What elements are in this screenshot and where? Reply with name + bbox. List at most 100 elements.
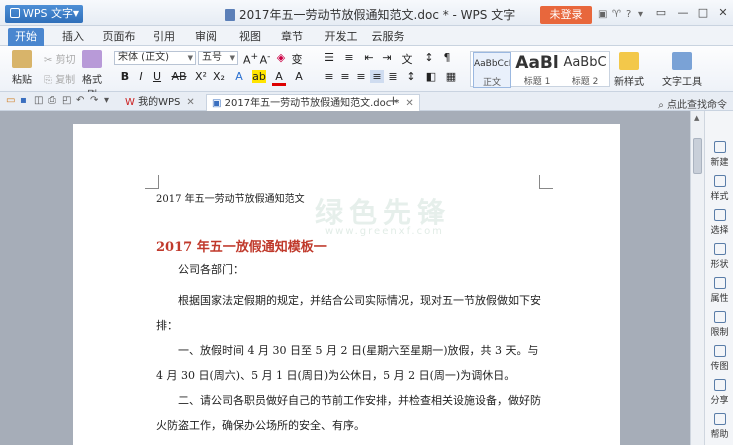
minimize-button[interactable]: — <box>672 5 694 21</box>
text-tools-button[interactable]: 文字工具 <box>660 52 704 88</box>
open-icon[interactable]: ▭ <box>6 95 15 106</box>
clear-format-icon[interactable]: ◈ <box>274 51 288 64</box>
copy-button[interactable]: ⎘ 复制 <box>44 71 75 86</box>
scroll-up-icon[interactable]: ▲ <box>694 114 699 122</box>
bold-button[interactable]: B <box>118 70 132 83</box>
sidebar-new[interactable]: 新建 <box>705 141 733 168</box>
new-doc-icon <box>713 141 726 153</box>
export-pdf-icon[interactable]: ◫ <box>34 95 43 106</box>
chevron-down-icon: ▼ <box>72 9 79 18</box>
sidebar-restrict[interactable]: 限制 <box>705 311 733 338</box>
ribbon-tab-bar: 开始 插入 页面布局 引用 审阅 视图 章节 开发工具 云服务 <box>0 26 733 61</box>
chinese-layout-icon[interactable]: 文 <box>400 51 414 67</box>
tab-cloud[interactable]: 云服务 <box>370 28 406 46</box>
tab-references[interactable]: 引用 <box>152 28 176 46</box>
command-search[interactable]: ⌕ 点此查找命令 <box>658 96 727 111</box>
print-icon[interactable]: ⎙ <box>48 95 56 106</box>
watermark: 绿色先锋 <box>315 196 452 229</box>
font-name-select[interactable]: 宋体 (正文) ▼ <box>114 51 196 65</box>
sidebar-help[interactable]: 帮助 <box>705 413 733 440</box>
decrease-indent-icon[interactable]: ⇤ <box>362 51 376 64</box>
sidebar-new-label: 新建 <box>710 158 729 168</box>
tab-developer[interactable]: 开发工具 <box>320 28 362 61</box>
char-border-button[interactable]: A <box>292 70 306 83</box>
undo-icon[interactable]: ↶ <box>76 95 84 106</box>
style-heading-1-name: 标题 1 <box>523 77 551 87</box>
italic-button[interactable]: I <box>134 70 148 83</box>
borders-icon[interactable]: ▦ <box>444 70 458 83</box>
align-center-icon[interactable]: ≡ <box>338 70 352 83</box>
sidebar-share[interactable]: 分享 <box>705 379 733 406</box>
help-icon <box>713 413 726 425</box>
restore-ribbon-button[interactable]: ▭ <box>650 5 672 21</box>
vertical-scrollbar[interactable]: ▲ <box>690 111 704 445</box>
font-size-select[interactable]: 五号 ▼ <box>198 51 238 65</box>
superscript-button[interactable]: X² <box>194 70 208 83</box>
scroll-thumb[interactable] <box>693 138 702 174</box>
style-normal[interactable]: AaBbCcDd 正文 <box>473 52 511 88</box>
save-icon[interactable]: ▪ <box>20 95 27 106</box>
underline-button[interactable]: U <box>150 70 164 83</box>
pinyin-icon[interactable]: 变 <box>290 51 304 67</box>
tab-home[interactable]: 开始 <box>8 28 44 46</box>
search-icon: ⌕ <box>658 100 664 111</box>
document-page[interactable]: 绿色先锋 www.greenxf.com 2017 年五一劳动节放假通知范文 2… <box>73 124 620 445</box>
skin-icon[interactable]: ▣ <box>598 9 607 20</box>
wps-app-menu-button[interactable]: WPS 文字 ▼ <box>5 5 83 23</box>
sort-icon[interactable]: ↕ <box>422 51 436 64</box>
sidebar-shapes[interactable]: 形状 <box>705 243 733 270</box>
new-style-button[interactable]: 新样式 <box>612 52 646 88</box>
tab-my-wps[interactable]: W 我的WPS ✕ <box>120 94 200 111</box>
sidebar-select[interactable]: 选择 <box>705 209 733 236</box>
numbered-list-icon[interactable]: ≡ <box>342 51 356 64</box>
shirt-icon[interactable]: ♈ <box>612 9 621 20</box>
justify-icon[interactable]: ≡ <box>370 70 384 83</box>
select-icon <box>713 209 726 221</box>
login-button[interactable]: 未登录 <box>540 6 592 24</box>
align-right-icon[interactable]: ≡ <box>354 70 368 83</box>
font-color-button[interactable]: A <box>272 70 286 86</box>
menu-dropdown-icon[interactable]: ▾ <box>638 9 643 20</box>
tab-view[interactable]: 视图 <box>238 28 262 46</box>
redo-icon[interactable]: ↷ <box>90 95 98 106</box>
doc-icon: ▣ <box>212 98 222 109</box>
sidebar-send-image-label: 传图 <box>710 362 729 372</box>
grow-font-button[interactable]: A+ <box>243 51 258 67</box>
maximize-button[interactable]: □ <box>692 5 714 21</box>
strikethrough-button[interactable]: AB <box>170 70 188 83</box>
style-gallery: AaBbCcDd 正文 AaBl 标题 1 AaBbC 标题 2 <box>470 51 610 88</box>
sidebar-send-image[interactable]: 传图 <box>705 345 733 372</box>
close-icon[interactable]: ✕ <box>405 98 413 109</box>
text-effect-button[interactable]: A <box>232 70 246 83</box>
line-spacing-icon[interactable]: ↕ <box>404 70 418 83</box>
shading-icon[interactable]: ◧ <box>424 70 438 83</box>
subscript-button[interactable]: X₂ <box>212 70 226 83</box>
increase-indent-icon[interactable]: ⇥ <box>380 51 394 64</box>
highlight-button[interactable]: ab <box>252 70 266 83</box>
tab-review[interactable]: 审阅 <box>194 28 218 46</box>
tab-chapter[interactable]: 章节 <box>280 28 304 46</box>
style-heading-1[interactable]: AaBl 标题 1 <box>515 52 559 88</box>
close-button[interactable]: ✕ <box>712 5 733 21</box>
sidebar-properties[interactable]: 属性 <box>705 277 733 304</box>
show-marks-icon[interactable]: ¶ <box>440 51 454 64</box>
help-icon[interactable]: ? <box>626 9 631 20</box>
sidebar-styles[interactable]: 样式 <box>705 175 733 202</box>
document-header: 2017 年五一劳动节放假通知范文 <box>156 194 305 205</box>
copy-label: 复制 <box>55 75 76 86</box>
bullet-list-icon[interactable]: ☰ <box>322 51 336 64</box>
new-style-label: 新样式 <box>614 77 644 88</box>
distribute-icon[interactable]: ≣ <box>386 70 400 83</box>
tab-page-layout[interactable]: 页面布局 <box>98 28 140 61</box>
customize-icon[interactable]: ▾ <box>104 95 109 106</box>
align-left-icon[interactable]: ≡ <box>322 70 336 83</box>
close-icon[interactable]: ✕ <box>186 97 194 108</box>
shrink-font-button[interactable]: A- <box>258 51 272 67</box>
paste-button[interactable]: 粘贴 <box>8 50 36 86</box>
new-tab-icon[interactable]: + <box>388 94 399 109</box>
margin-corner-top-left <box>145 175 159 189</box>
tab-insert[interactable]: 插入 <box>58 28 88 46</box>
preview-icon[interactable]: ◰ <box>62 95 71 106</box>
cut-button[interactable]: ✂ 剪切 <box>44 51 76 66</box>
style-heading-2[interactable]: AaBbC 标题 2 <box>561 52 609 88</box>
